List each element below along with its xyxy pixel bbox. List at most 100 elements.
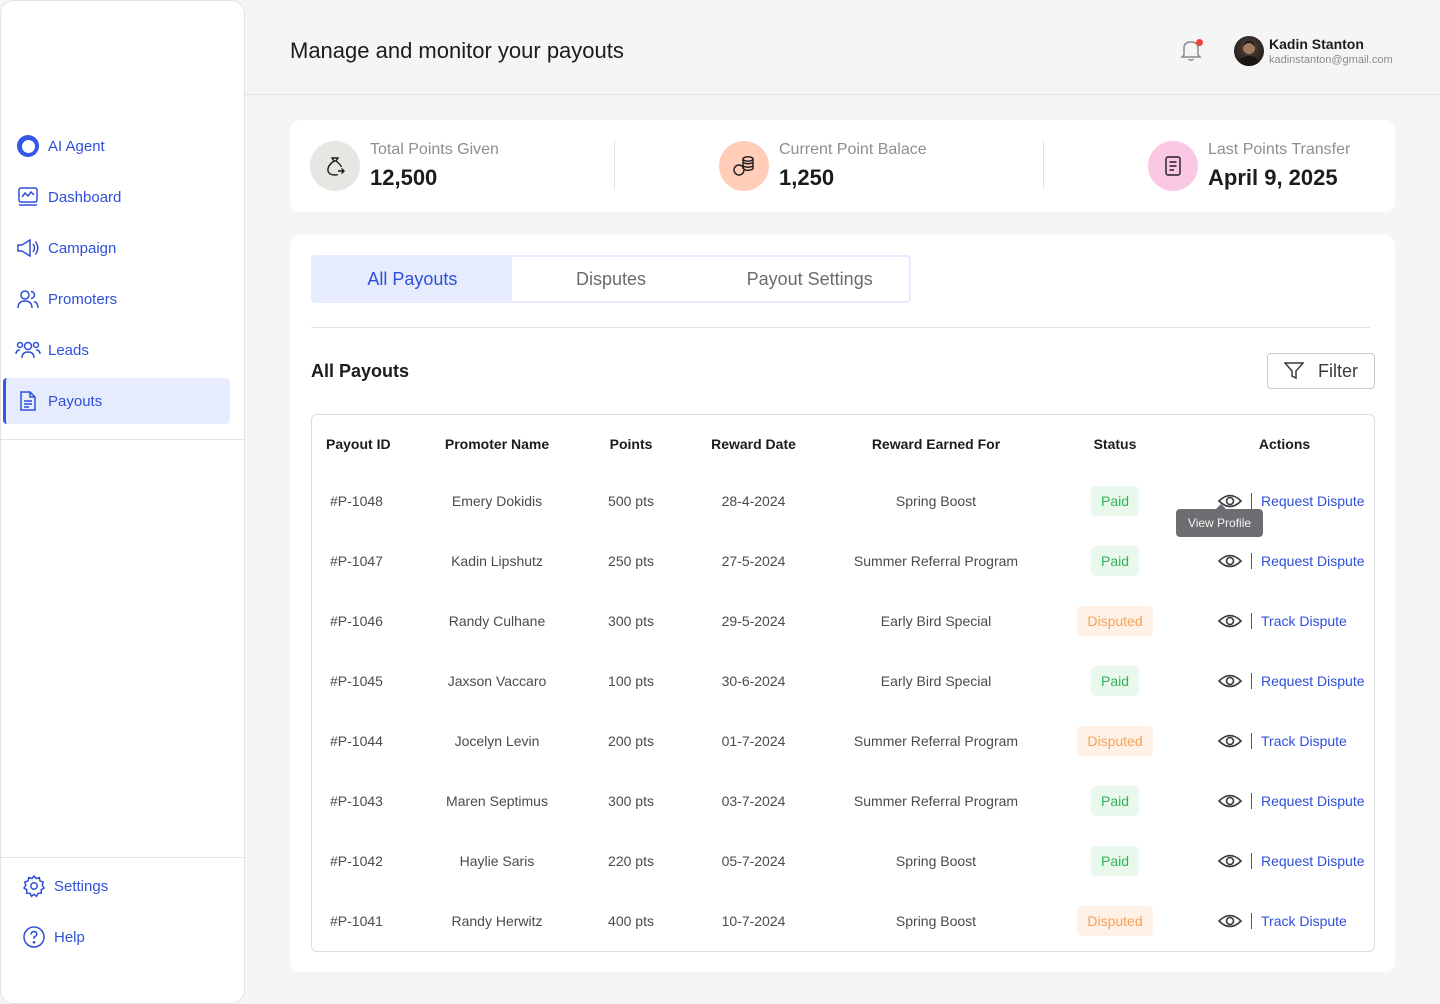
reward-earned-for: Summer Referral Program: [853, 553, 1019, 569]
points: 400 pts: [608, 913, 654, 929]
reward-date: 27-5-2024: [721, 553, 786, 569]
points: 250 pts: [608, 553, 654, 569]
reward-earned-for: Spring Boost: [895, 853, 977, 869]
promoter-name: Kadin Lipshutz: [451, 553, 543, 569]
sidebar-item-label: Help: [54, 928, 85, 946]
notification-dot: [1196, 39, 1203, 46]
points: 200 pts: [608, 733, 654, 749]
status-cell: Disputed: [1035, 711, 1195, 771]
eye-icon[interactable]: [1217, 912, 1243, 930]
dispute-action-link[interactable]: Request Dispute: [1261, 793, 1365, 809]
status-cell: Paid: [1035, 831, 1195, 891]
table-row: #P-1047 Kadin Lipshutz 250 pts 27-5-2024 Sum…: [312, 531, 1374, 591]
actions-cell: Track Dispute: [1195, 891, 1374, 951]
status-cell: Paid: [1035, 771, 1195, 831]
sidebar-item-label: Dashboard: [48, 188, 122, 206]
promoter-name: Maren Septimus: [446, 793, 548, 809]
actions-cell: Track Dispute: [1195, 591, 1374, 651]
sidebar-item-label: Payouts: [48, 392, 103, 410]
reward-date: 30-6-2024: [721, 673, 786, 689]
help-icon: [21, 924, 47, 950]
promoter-name: Jocelyn Levin: [454, 733, 540, 749]
sidebar-item-payouts[interactable]: Payouts: [3, 378, 230, 424]
status-badge: Paid: [1090, 786, 1140, 816]
reward-earned-for: Summer Referral Program: [853, 733, 1019, 749]
tab-disputes[interactable]: Disputes: [512, 257, 711, 301]
reward-earned-for: Spring Boost: [895, 913, 977, 929]
sidebar-nav: AI Agent Dashboard Campaign Promoters Le…: [1, 123, 244, 429]
payout-id: #P-1043: [330, 793, 383, 809]
eye-icon[interactable]: [1217, 852, 1243, 870]
payouts-table: Payout ID Promoter Name Points Reward Da…: [311, 414, 1375, 952]
payout-id: #P-1045: [330, 673, 383, 689]
sidebar-item-leads[interactable]: Leads: [3, 327, 230, 373]
page-title: Manage and monitor your payouts: [290, 38, 624, 63]
action-separator: [1251, 913, 1252, 929]
eye-icon[interactable]: [1217, 552, 1243, 570]
users-icon: [15, 286, 41, 312]
actions-cell: Request Dispute: [1195, 831, 1374, 891]
section-title: All Payouts: [311, 361, 410, 381]
points: 300 pts: [608, 613, 654, 629]
status-badge: Paid: [1090, 486, 1140, 516]
dispute-action-link[interactable]: Request Dispute: [1261, 553, 1365, 569]
status-badge: Disputed: [1077, 906, 1153, 936]
ai-agent-icon: [15, 133, 41, 159]
tab-bar: All Payouts Disputes Payout Settings: [311, 255, 911, 303]
eye-icon[interactable]: [1217, 732, 1243, 750]
stat-label: Last Points Transfer: [1208, 141, 1351, 158]
user-name: Kadin Stanton: [1269, 36, 1364, 52]
promoter-name: Randy Herwitz: [451, 913, 543, 929]
status-cell: Disputed: [1035, 591, 1195, 651]
dispute-action-link[interactable]: Track Dispute: [1261, 913, 1347, 929]
eye-icon[interactable]: [1217, 612, 1243, 630]
reward-date: 29-5-2024: [721, 613, 786, 629]
stats-card: Total Points Given 12,500 Current Point …: [290, 120, 1395, 212]
action-separator: [1251, 553, 1252, 569]
table-row: #P-1045 Jaxson Vaccaro 100 pts 30-6-2024 Ear…: [312, 651, 1374, 711]
megaphone-icon: [15, 235, 41, 261]
sidebar-item-help[interactable]: Help: [3, 914, 230, 960]
sidebar-divider: [1, 439, 244, 440]
reward-date: 28-4-2024: [721, 493, 786, 509]
sidebar-item-label: Campaign: [48, 239, 117, 257]
payout-id: #P-1048: [330, 493, 383, 509]
top-header: Manage and monitor your payouts Kadin St…: [245, 0, 1440, 95]
sidebar-item-promoters[interactable]: Promoters: [3, 276, 230, 322]
stat-current-balance: Current Point Balace 1,250: [719, 140, 927, 192]
stat-value: 1,250: [779, 165, 835, 190]
sidebar-item-dashboard[interactable]: Dashboard: [3, 174, 230, 220]
promoter-name: Emery Dokidis: [451, 493, 543, 509]
eye-icon[interactable]: [1217, 672, 1243, 690]
sidebar-item-settings[interactable]: Settings: [3, 863, 230, 909]
dispute-action-link[interactable]: Request Dispute: [1261, 673, 1365, 689]
notification-bell-icon[interactable]: [1180, 38, 1204, 64]
status-badge: Paid: [1090, 846, 1140, 876]
payout-id: #P-1042: [330, 853, 383, 869]
dispute-action-link[interactable]: Track Dispute: [1261, 613, 1347, 629]
reward-earned-for: Early Bird Special: [880, 613, 992, 629]
tab-all-payouts[interactable]: All Payouts: [313, 257, 512, 301]
filter-button[interactable]: Filter: [1267, 353, 1375, 389]
tab-payout-settings[interactable]: Payout Settings: [710, 257, 909, 301]
dashboard-icon: [15, 184, 41, 210]
points: 500 pts: [608, 493, 654, 509]
actions-cell: Request Dispute: [1195, 651, 1374, 711]
sidebar-item-campaign[interactable]: Campaign: [3, 225, 230, 271]
filter-label: Filter: [1318, 360, 1358, 381]
reward-date: 10-7-2024: [721, 913, 786, 929]
dispute-action-link[interactable]: Request Dispute: [1261, 853, 1365, 869]
dispute-action-link[interactable]: Track Dispute: [1261, 733, 1347, 749]
payouts-panel: All Payouts Disputes Payout Settings All…: [290, 235, 1395, 972]
actions-cell: Request Dispute: [1195, 771, 1374, 831]
eye-icon[interactable]: [1217, 792, 1243, 810]
filter-icon: [1284, 362, 1304, 380]
promoter-name: Haylie Saris: [459, 853, 535, 869]
sidebar-item-label: Settings: [54, 877, 109, 895]
avatar[interactable]: [1234, 36, 1264, 66]
sidebar-item-ai-agent[interactable]: AI Agent: [3, 123, 230, 169]
dispute-action-link[interactable]: Request Dispute: [1261, 493, 1365, 509]
receipt-icon: [1148, 141, 1198, 191]
table-row: #P-1044 Jocelyn Levin 200 pts 01-7-2024 Summ…: [312, 711, 1374, 771]
table-row: #P-1042 Haylie Saris 220 pts 05-7-2024 Sprin…: [312, 831, 1374, 891]
